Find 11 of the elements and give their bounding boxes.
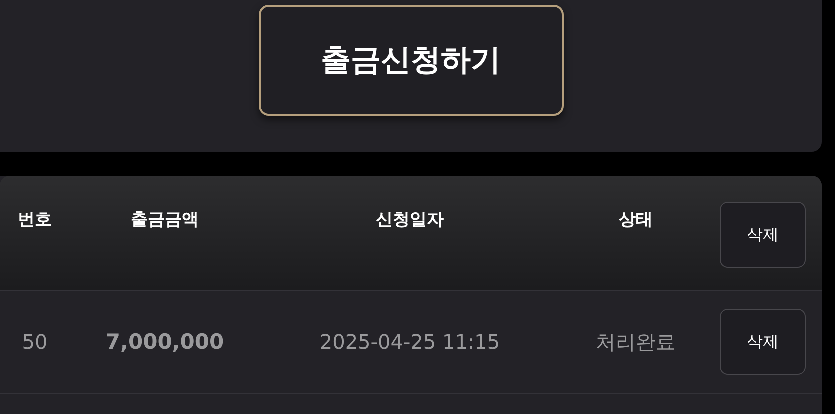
column-header: 출금금액 xyxy=(130,209,200,231)
delete-button[interactable]: 삭제 xyxy=(720,202,806,268)
column-header: 상태 xyxy=(618,209,654,231)
table-cell-text: 7,000,000 xyxy=(104,330,226,354)
table-cell-text: 처리완료 xyxy=(595,328,677,356)
table-cell-text: 50 xyxy=(21,330,49,354)
delete-button[interactable]: 삭제 xyxy=(720,309,806,375)
column-header: 신청일자 xyxy=(375,209,445,231)
column-header: 번호 xyxy=(17,209,53,231)
table-cell-text: 2025-04-25 11:15 xyxy=(318,330,502,354)
withdraw-request-button[interactable]: 출금신청하기 xyxy=(258,5,564,116)
